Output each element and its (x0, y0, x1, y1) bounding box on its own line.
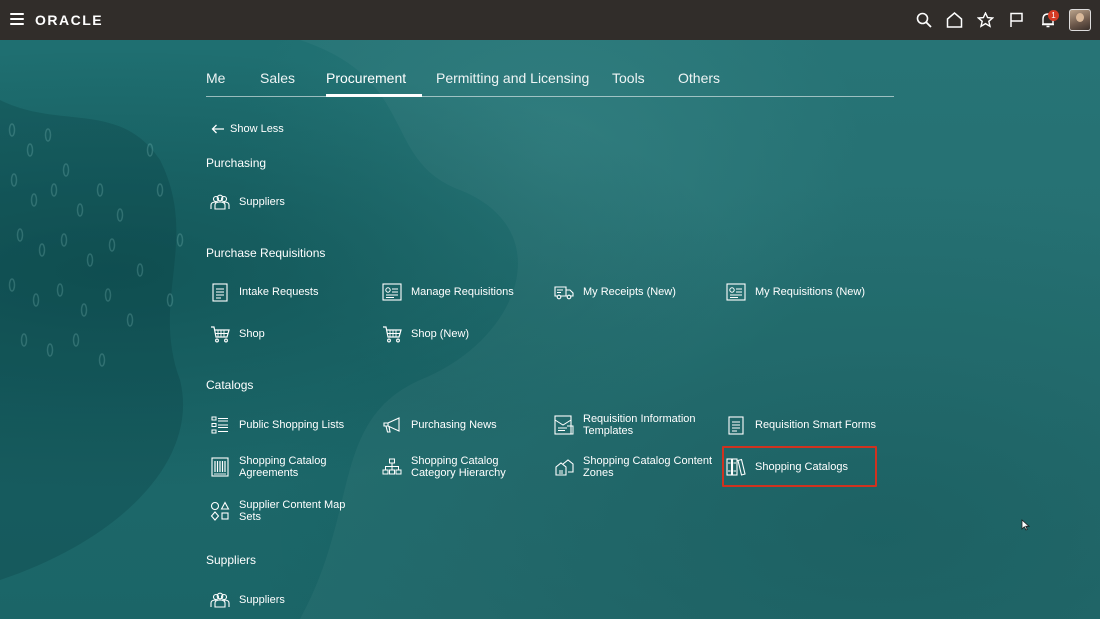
nav-item-label: Supplier Content Map Sets (239, 499, 346, 523)
nav-item-purchasing-news[interactable]: Purchasing News (382, 415, 497, 435)
document-icon (210, 282, 230, 302)
nav-item-shopping-catalog-agreements[interactable]: Shopping Catalog Agreements (210, 455, 369, 479)
nav-item-supplier-content-map-sets[interactable]: Supplier Content Map Sets (210, 499, 369, 523)
nav-item-requisition-information-templates[interactable]: Requisition Information Templates (554, 413, 713, 437)
show-less-label: Show Less (230, 123, 284, 135)
nav-item-label: My Receipts (New) (583, 286, 676, 298)
nav-item-label: Suppliers (239, 196, 285, 208)
nav-item-my-receipts-new[interactable]: My Receipts (New) (554, 282, 676, 302)
content-zones-icon (554, 457, 574, 477)
nav-item-label: Shopping Catalog Content Zones (583, 455, 713, 479)
nav-item-label: Shopping Catalog Category Hierarchy (411, 455, 506, 479)
truck-icon (554, 282, 574, 302)
nav-item-label: My Requisitions (New) (755, 286, 866, 298)
nav-item-shop[interactable]: Shop (210, 324, 265, 344)
show-less-link[interactable]: Show Less (211, 123, 284, 135)
cart-icon (210, 324, 230, 344)
nav-item-my-requisitions-new[interactable]: My Requisitions (New) (726, 282, 865, 302)
section-title-catalogs: Catalogs (206, 378, 254, 392)
nav-item-label: Shop (239, 328, 265, 340)
map-sets-icon (210, 501, 230, 521)
nav-item-label: Suppliers (239, 594, 285, 606)
nav-item-intake-requests[interactable]: Intake Requests (210, 282, 319, 302)
nav-item-shopping-catalog-category-hierarchy[interactable]: Shopping Catalog Category Hierarchy (382, 455, 541, 479)
manage-list-icon (726, 282, 746, 302)
nav-item-requisition-smart-forms[interactable]: Requisition Smart Forms (726, 415, 876, 435)
nav-item-label: Requisition Information Templates (583, 413, 696, 437)
suppliers-icon (210, 192, 230, 212)
agreement-icon (210, 457, 230, 477)
cart-icon (382, 324, 402, 344)
manage-list-icon (382, 282, 402, 302)
nav-item-public-shopping-lists[interactable]: Public Shopping Lists (210, 415, 344, 435)
template-icon (554, 415, 574, 435)
arrow-left-icon (211, 124, 224, 134)
nav-item-shopping-catalog-content-zones[interactable]: Shopping Catalog Content Zones (554, 455, 713, 479)
nav-item-suppliers-2[interactable]: Suppliers (210, 590, 285, 610)
section-title-suppliers: Suppliers (206, 553, 257, 567)
nav-item-shop-new[interactable]: Shop (New) (382, 324, 469, 344)
nav-item-label: Shop (New) (411, 328, 470, 340)
suppliers-icon (210, 590, 230, 610)
nav-item-suppliers[interactable]: Suppliers (210, 192, 285, 212)
nav-item-label: Shopping Catalog Agreements (239, 455, 327, 479)
list-icon (210, 415, 230, 435)
hierarchy-icon (382, 457, 402, 477)
highlight-box (722, 446, 877, 487)
section-title-purchase-requisitions: Purchase Requisitions (206, 246, 326, 260)
nav-item-label: Manage Requisitions (411, 286, 514, 298)
nav-item-label: Requisition Smart Forms (755, 419, 877, 431)
nav-item-manage-requisitions[interactable]: Manage Requisitions (382, 282, 514, 302)
section-title-purchasing: Purchasing (206, 156, 267, 170)
megaphone-icon (382, 415, 402, 435)
form-icon (726, 415, 746, 435)
nav-item-label: Public Shopping Lists (239, 419, 345, 431)
nav-item-label: Intake Requests (239, 286, 319, 298)
nav-item-label: Purchasing News (411, 419, 497, 431)
mouse-cursor-icon (1021, 519, 1030, 531)
